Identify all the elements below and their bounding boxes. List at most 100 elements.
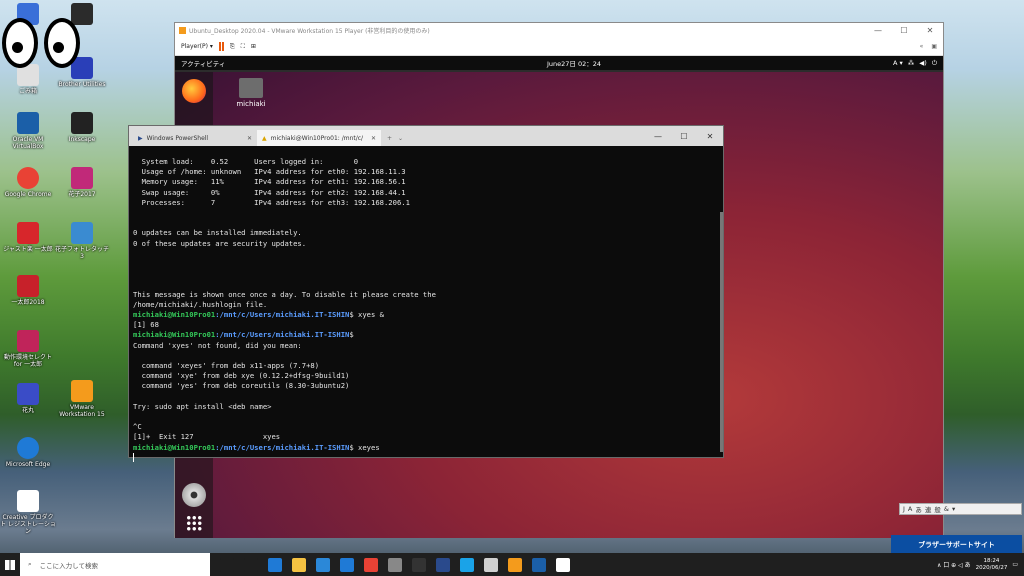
desktop-icon-label: Creative プロダクト レジストレーション <box>0 514 56 535</box>
hanamaru-icon <box>17 383 39 405</box>
desktop-icon-chrome[interactable]: Google Chrome <box>0 167 56 198</box>
unity-icon[interactable]: ⊞ <box>251 43 256 50</box>
terminal-line: /home/michiaki/.hushlogin file. <box>133 299 268 309</box>
back-icon[interactable]: « <box>920 43 924 50</box>
desktop-icon-inkscape[interactable]: Inkscape <box>54 112 110 143</box>
desktop-icon-hanamaru[interactable]: 花丸 <box>0 383 56 414</box>
store-icon[interactable] <box>316 557 330 572</box>
power-icon[interactable]: ⏻ <box>932 59 937 68</box>
terminal-close-button[interactable]: ✕ <box>697 132 723 141</box>
search-icon: ⌕ <box>28 560 32 568</box>
desktop-icon-select[interactable]: 動作環境セレクト for 一太郎 <box>0 330 56 368</box>
home-folder[interactable]: michiaki <box>231 78 271 108</box>
x-icon[interactable] <box>460 557 474 572</box>
maximize-button[interactable]: ☐ <box>891 26 917 35</box>
notification-icon[interactable]: ▭ <box>1012 561 1018 568</box>
disc-icon[interactable] <box>182 483 206 507</box>
vmware-toolbar: Player(P) ▾ ⎘ ⛶ ⊞ « ▣ <box>175 38 943 56</box>
ime-item[interactable]: J <box>903 505 905 513</box>
vmware-icon[interactable] <box>508 557 522 572</box>
vmware-logo-icon <box>179 27 186 34</box>
cortana-icon[interactable] <box>220 557 234 572</box>
virtualbox-icon[interactable] <box>532 557 546 572</box>
terminal-line: Try: sudo apt install <deb name> <box>133 401 272 411</box>
paint-icon[interactable] <box>484 557 498 572</box>
edge-icon[interactable] <box>268 557 282 572</box>
tray-icons[interactable]: ∧ 口 ⊕ ◁ あ <box>937 560 971 569</box>
desktop-icon-label: 動作環境セレクト for 一太郎 <box>3 354 52 368</box>
ime-item[interactable]: 連 <box>925 504 932 514</box>
desktop-icon-virtualbox[interactable]: Oracle VM VirtualBox <box>0 112 56 150</box>
taskbar: ⌕ ここに入力して検索 ∧ 口 ⊕ ◁ あ 18:24 2020/06/27 ▭ <box>0 553 1024 576</box>
ime-item[interactable]: あ <box>915 504 922 514</box>
ime-item[interactable]: & <box>944 505 949 513</box>
eyes-icon[interactable] <box>556 557 570 572</box>
prompt-command: $ <box>349 330 354 340</box>
close-button[interactable]: ✕ <box>917 26 943 35</box>
tools-icon[interactable]: ▣ <box>931 43 937 50</box>
terminal-line: command 'yes' from deb coreutils (8.30-3… <box>133 381 350 391</box>
prompt-path: :/mnt/c/Users/michiaki.IT-ISHIN <box>215 330 350 340</box>
desktop-icon-label: 花子フォトレタッチ3 <box>54 246 109 260</box>
desktop-icon-ichitaro2018[interactable]: 一太郎2018 <box>0 275 56 306</box>
prompt-path: :/mnt/c/Users/michiaki.IT-ISHIN <box>215 310 350 320</box>
ime-item[interactable]: ▾ <box>952 505 955 513</box>
terminal-line: command 'xye' from deb xye (0.12.2+dfsg-… <box>133 371 350 381</box>
inkscape-icon <box>71 112 93 134</box>
mail-icon[interactable] <box>340 557 354 572</box>
input-method[interactable]: A ▾ <box>893 59 903 68</box>
vmware-titlebar[interactable]: Ubuntu_Desktop 2020.04 - VMware Workstat… <box>175 23 943 38</box>
terminal-minimize-button[interactable]: — <box>645 132 671 141</box>
explorer-icon[interactable] <box>292 557 306 572</box>
pause-icon[interactable] <box>218 42 224 51</box>
fullscreen-icon[interactable]: ⛶ <box>241 43 245 51</box>
powershell-icon[interactable] <box>436 557 450 572</box>
tab-wsl[interactable]: ▲ michiaki@Win10Pro01: /mnt/c/ ✕ <box>257 130 381 146</box>
app-icon[interactable] <box>388 557 402 572</box>
taskbar-apps <box>210 557 570 572</box>
ime-bar[interactable]: J A あ連般 & ▾ <box>899 503 1022 515</box>
task-view-icon[interactable] <box>244 557 258 572</box>
firefox-icon[interactable] <box>182 79 206 103</box>
ubuntu-clock[interactable]: June27日 02：24 <box>547 58 601 68</box>
dropdown-icon[interactable]: ⌄ <box>398 135 403 142</box>
show-apps-icon[interactable] <box>186 515 202 531</box>
volume-icon[interactable]: ◀) <box>919 59 927 68</box>
tab-powershell[interactable]: ▶ Windows PowerShell ✕ <box>133 130 257 146</box>
desktop-icon-vmware[interactable]: VMware Workstation 15 <box>54 380 110 418</box>
new-tab-icon[interactable]: + <box>387 135 392 142</box>
desktop-icon-label: VMware Workstation 15 <box>59 404 105 418</box>
desktop-icon-recycle-bin[interactable]: ごみ箱 <box>0 64 56 95</box>
taskbar-search[interactable]: ⌕ ここに入力して検索 <box>20 553 210 576</box>
desktop-icon-label: 一太郎2018 <box>11 299 45 306</box>
ime-item[interactable]: 般 <box>934 504 941 514</box>
terminal-output[interactable]: System load: 0.52 Users logged in: 0 Usa… <box>129 146 723 463</box>
tab-close-icon[interactable]: ✕ <box>247 135 252 142</box>
player-menu[interactable]: Player(P) ▾ <box>181 43 213 50</box>
desktop-icon-ichitaro[interactable]: ジャスト楽 一太郎 <box>0 222 56 253</box>
tab-label: Windows PowerShell <box>146 134 209 142</box>
terminal-scrollbar[interactable] <box>720 212 723 452</box>
start-button[interactable] <box>0 553 20 576</box>
vmware-icon <box>71 380 93 402</box>
terminal-maximize-button[interactable]: ☐ <box>671 132 697 141</box>
desktop-icon-photoretouch[interactable]: 花子フォトレタッチ3 <box>54 222 110 260</box>
chrome-icon[interactable] <box>364 557 378 572</box>
terminal-line: michiaki@Win10Pro01:/mnt/c/Users/michiak… <box>133 330 719 340</box>
brother-support-link[interactable]: ブラザーサポートサイト <box>891 535 1022 555</box>
network-icon[interactable]: ⁂ <box>908 59 915 68</box>
tab-close-icon[interactable]: ✕ <box>371 135 376 142</box>
minimize-button[interactable]: — <box>865 26 891 35</box>
ime-item[interactable]: A <box>908 505 912 513</box>
prompt-user: michiaki@Win10Pro01 <box>133 310 216 320</box>
prompt-user: michiaki@Win10Pro01 <box>133 330 216 340</box>
desktop-icon-hanako[interactable]: 花子2017 <box>54 167 110 198</box>
desktop-icon-edge[interactable]: Microsoft Edge <box>0 437 56 468</box>
activities-button[interactable]: アクティビティ <box>181 58 225 68</box>
taskbar-clock[interactable]: 18:24 2020/06/27 <box>976 558 1008 572</box>
terminal-icon[interactable] <box>412 557 426 572</box>
terminal-cursor-line[interactable] <box>133 453 719 463</box>
desktop-icon-creative[interactable]: Creative プロダクト レジストレーション <box>0 490 56 535</box>
send-keys-icon[interactable]: ⎘ <box>230 43 235 51</box>
